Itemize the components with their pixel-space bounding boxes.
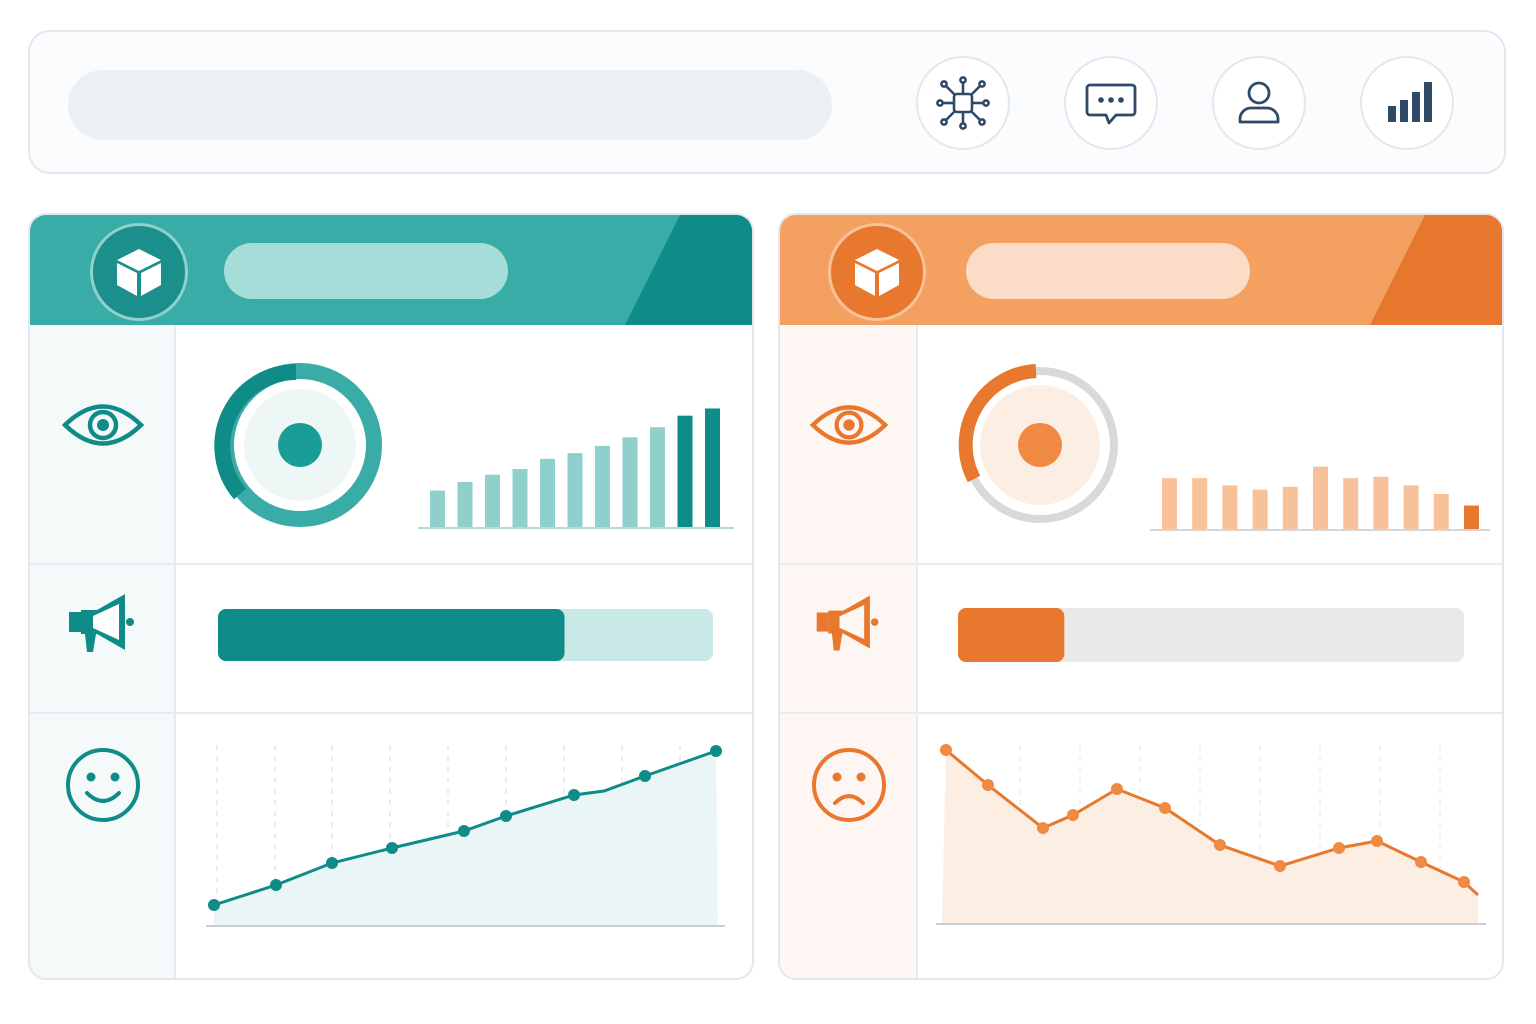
bar [705, 408, 720, 528]
bar [1192, 478, 1208, 530]
bar [457, 481, 473, 528]
trend-line-chart [936, 744, 1486, 925]
top-toolbar [28, 30, 1506, 174]
bar [1282, 486, 1298, 530]
trend-point [1067, 809, 1079, 821]
trend-point [940, 744, 952, 756]
progress-bar [958, 608, 1464, 662]
bar [1403, 485, 1419, 530]
trend-point [982, 779, 994, 791]
bar [512, 468, 528, 528]
donut-chart [214, 363, 382, 527]
trend-point [500, 810, 512, 822]
bar [1373, 476, 1389, 530]
trend-point [1111, 783, 1123, 795]
bar [677, 415, 693, 528]
trend-point [1458, 876, 1470, 888]
trend-point [270, 879, 282, 891]
bar [595, 445, 610, 528]
bar [1343, 478, 1359, 530]
bar [1222, 485, 1238, 530]
trend-point [458, 825, 470, 837]
bar [540, 458, 555, 528]
bar [622, 437, 638, 528]
bar [430, 490, 445, 528]
progress-fill [958, 608, 1065, 662]
bar [567, 453, 583, 528]
user-button[interactable] [1212, 56, 1306, 150]
progress-fill [218, 609, 565, 661]
trend-point [326, 857, 338, 869]
trend-point [1333, 842, 1345, 854]
user-icon [1238, 81, 1280, 124]
trend-point [1415, 856, 1427, 868]
chat-bubble-icon [1085, 83, 1137, 125]
bar [650, 427, 665, 528]
trend-line-chart [206, 745, 725, 927]
mini-bar-chart [1162, 466, 1479, 530]
trend-point [639, 770, 651, 782]
positive-panel [28, 213, 754, 980]
network-chip-icon [936, 76, 990, 130]
mini-bar-chart [430, 408, 720, 528]
negative-panel [778, 213, 1504, 980]
trend-point [1214, 839, 1226, 851]
network-button[interactable] [916, 56, 1010, 150]
bar [1433, 494, 1449, 530]
bar [1464, 505, 1479, 530]
trend-point [208, 899, 220, 911]
bar [1252, 489, 1268, 530]
trend-point [1274, 860, 1286, 872]
bar [1162, 478, 1177, 530]
trend-point [386, 842, 398, 854]
progress-bar [218, 609, 713, 661]
bar-chart-icon [1388, 82, 1432, 122]
trend-point [568, 789, 580, 801]
search-input[interactable] [68, 70, 832, 140]
stats-button[interactable] [1360, 56, 1454, 150]
panel-metrics [936, 364, 1490, 925]
panel-metrics [206, 363, 734, 927]
bar [1313, 466, 1328, 530]
donut-chart [958, 364, 1118, 523]
trend-point [1037, 822, 1049, 834]
trend-point [710, 745, 722, 757]
chat-button[interactable] [1064, 56, 1158, 150]
bar [485, 474, 500, 528]
trend-point [1371, 835, 1383, 847]
trend-point [1159, 802, 1171, 814]
